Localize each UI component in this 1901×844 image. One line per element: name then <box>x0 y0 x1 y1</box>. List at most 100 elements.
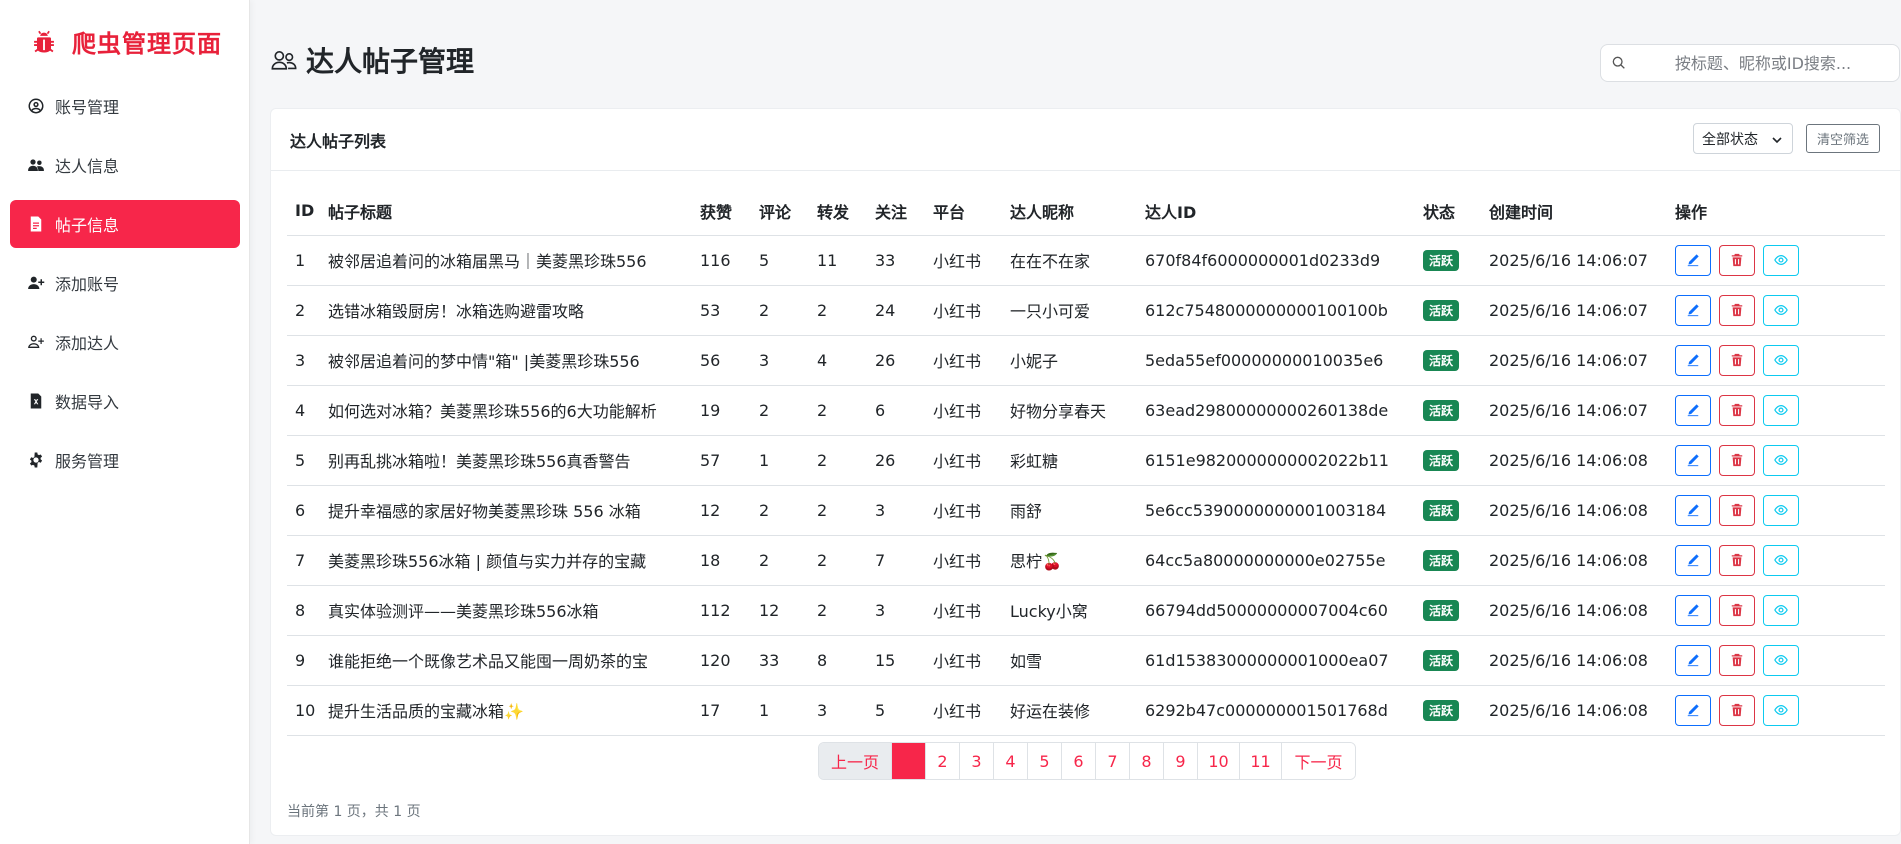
view-button[interactable] <box>1763 244 1799 276</box>
table-row[interactable]: 3 被邻居追着问的梦中情"箱" |美菱黑珍珠556 56 3 4 26 小红书 小妮子 5eda… <box>287 335 1885 386</box>
delete-button[interactable] <box>1719 644 1755 676</box>
status-filter-select[interactable]: 全部状态 <box>1693 123 1793 154</box>
col-nickname[interactable]: 达人昵称 <box>1002 187 1137 236</box>
col-comments[interactable]: 评论 <box>751 187 809 236</box>
users-icon <box>25 154 47 176</box>
sidebar-item-data-import[interactable]: 数据导入 <box>10 377 240 425</box>
col-shares[interactable]: 转发 <box>809 187 867 236</box>
influencer-id: 6151e9820000000002022b11 <box>1137 435 1415 486</box>
status-cell: 活跃 <box>1415 235 1481 286</box>
view-button[interactable] <box>1763 394 1799 426</box>
page-button[interactable]: 10 <box>1198 743 1240 779</box>
shares-count: 2 <box>809 585 867 636</box>
col-created[interactable]: 创建时间 <box>1481 187 1667 236</box>
table-row[interactable]: 9 谁能拒绝一个既像艺术品又能囤一周奶茶的宝 120 33 8 15 小红书 如雪 61d153… <box>287 635 1885 686</box>
pencil-icon <box>1686 703 1700 717</box>
page-button[interactable]: 6 <box>1062 743 1096 779</box>
page-button[interactable]: 3 <box>960 743 994 779</box>
table-row[interactable]: 6 提升幸福感的家居好物美菱黑珍珠 556 冰箱 12 2 2 3 小红书 雨舒 5e6cc53… <box>287 485 1885 536</box>
delete-button[interactable] <box>1719 294 1755 326</box>
prev-page-button[interactable]: 上一页 <box>819 743 892 779</box>
col-follows[interactable]: 关注 <box>867 187 925 236</box>
edit-button[interactable] <box>1675 494 1711 526</box>
shares-count: 4 <box>809 335 867 386</box>
sidebar-item-influencers[interactable]: 达人信息 <box>10 141 240 189</box>
edit-button[interactable] <box>1675 444 1711 476</box>
view-button[interactable] <box>1763 494 1799 526</box>
platform: 小红书 <box>925 335 1002 386</box>
sidebar-item-services[interactable]: 服务管理 <box>10 436 240 484</box>
col-actions: 操作 <box>1667 187 1885 236</box>
trash-icon <box>1730 603 1744 617</box>
clear-filter-button[interactable]: 清空筛选 <box>1806 124 1880 153</box>
edit-button[interactable] <box>1675 394 1711 426</box>
page-button[interactable]: 8 <box>1130 743 1164 779</box>
edit-button[interactable] <box>1675 594 1711 626</box>
col-platform[interactable]: 平台 <box>925 187 1002 236</box>
col-id[interactable]: ID <box>287 187 320 236</box>
next-page-button[interactable]: 下一页 <box>1282 743 1355 779</box>
delete-button[interactable] <box>1719 244 1755 276</box>
shares-count: 8 <box>809 635 867 686</box>
influencer-id: 5e6cc5390000000001003184 <box>1137 485 1415 536</box>
delete-button[interactable] <box>1719 594 1755 626</box>
likes-count: 18 <box>692 535 751 586</box>
page-button[interactable]: 4 <box>994 743 1028 779</box>
col-likes[interactable]: 获赞 <box>692 187 751 236</box>
delete-button[interactable] <box>1719 344 1755 376</box>
delete-button[interactable] <box>1719 444 1755 476</box>
delete-button[interactable] <box>1719 694 1755 726</box>
delete-button[interactable] <box>1719 544 1755 576</box>
shares-count: 2 <box>809 485 867 536</box>
search-input[interactable] <box>1627 45 1899 81</box>
table-row[interactable]: 10 提升生活品质的宝藏冰箱✨ 17 1 3 5 小红书 好运在装修 6292b47c00000… <box>287 685 1885 736</box>
edit-button[interactable] <box>1675 544 1711 576</box>
view-button[interactable] <box>1763 344 1799 376</box>
post-title: 提升生活品质的宝藏冰箱✨ <box>320 685 692 736</box>
edit-button[interactable] <box>1675 294 1711 326</box>
brand[interactable]: 爬虫管理页面 <box>30 24 222 59</box>
edit-button[interactable] <box>1675 694 1711 726</box>
page-button[interactable]: 5 <box>1028 743 1062 779</box>
influencer-nickname: 一只小可爱 <box>1002 285 1137 336</box>
page-button[interactable]: 2 <box>926 743 960 779</box>
actions-cell <box>1667 335 1885 386</box>
sidebar-item-add-influencer[interactable]: 添加达人 <box>10 318 240 366</box>
delete-button[interactable] <box>1719 494 1755 526</box>
table-row[interactable]: 8 真实体验测评——美菱黑珍珠556冰箱 112 12 2 3 小红书 Lucky小窝 6679… <box>287 585 1885 636</box>
table-row[interactable]: 4 如何选对冰箱？美菱黑珍珠556的6大功能解析 19 2 2 6 小红书 好物分享春天 63e… <box>287 385 1885 436</box>
status-badge: 活跃 <box>1423 599 1460 621</box>
table-row[interactable]: 5 别再乱挑冰箱啦！美菱黑珍珠556真香警告 57 1 2 26 小红书 彩虹糖 6151e98… <box>287 435 1885 486</box>
col-uid[interactable]: 达人ID <box>1137 187 1415 236</box>
sidebar-item-accounts[interactable]: 账号管理 <box>10 82 240 130</box>
sidebar-item-add-account[interactable]: 添加账号 <box>10 259 240 307</box>
page-button[interactable]: 11 <box>1240 743 1282 779</box>
col-status[interactable]: 状态 <box>1415 187 1481 236</box>
table-row[interactable]: 2 选错冰箱毁厨房！冰箱选购避雷攻略 53 2 2 24 小红书 一只小可爱 612c75480… <box>287 285 1885 336</box>
platform: 小红书 <box>925 285 1002 336</box>
actions-cell <box>1667 585 1885 636</box>
page-button-current[interactable]: 1 <box>892 743 926 779</box>
edit-button[interactable] <box>1675 344 1711 376</box>
view-button[interactable] <box>1763 544 1799 576</box>
table-row[interactable]: 7 美菱黑珍珠556冰箱 | 颜值与实力并存的宝藏 18 2 2 7 小红书 思柠🍒 64cc5… <box>287 535 1885 586</box>
view-button[interactable] <box>1763 644 1799 676</box>
view-button[interactable] <box>1763 594 1799 626</box>
view-button[interactable] <box>1763 444 1799 476</box>
sidebar-item-label: 帖子信息 <box>55 216 120 235</box>
page-button[interactable]: 7 <box>1096 743 1130 779</box>
status-cell: 活跃 <box>1415 385 1481 436</box>
influencer-id: 612c7548000000000100100b <box>1137 285 1415 336</box>
page-button[interactable]: 9 <box>1164 743 1198 779</box>
edit-button[interactable] <box>1675 644 1711 676</box>
likes-count: 120 <box>692 635 751 686</box>
table-row[interactable]: 1 被邻居追着问的冰箱届黑马｜美菱黑珍珠556 116 5 11 33 小红书 在在不在家 67… <box>287 235 1885 286</box>
pencil-icon <box>1686 553 1700 567</box>
view-button[interactable] <box>1763 694 1799 726</box>
view-button[interactable] <box>1763 294 1799 326</box>
col-title[interactable]: 帖子标题 <box>320 187 692 236</box>
influencer-nickname: 如雪 <box>1002 635 1137 686</box>
delete-button[interactable] <box>1719 394 1755 426</box>
sidebar-item-posts[interactable]: 帖子信息 <box>10 200 240 248</box>
edit-button[interactable] <box>1675 244 1711 276</box>
